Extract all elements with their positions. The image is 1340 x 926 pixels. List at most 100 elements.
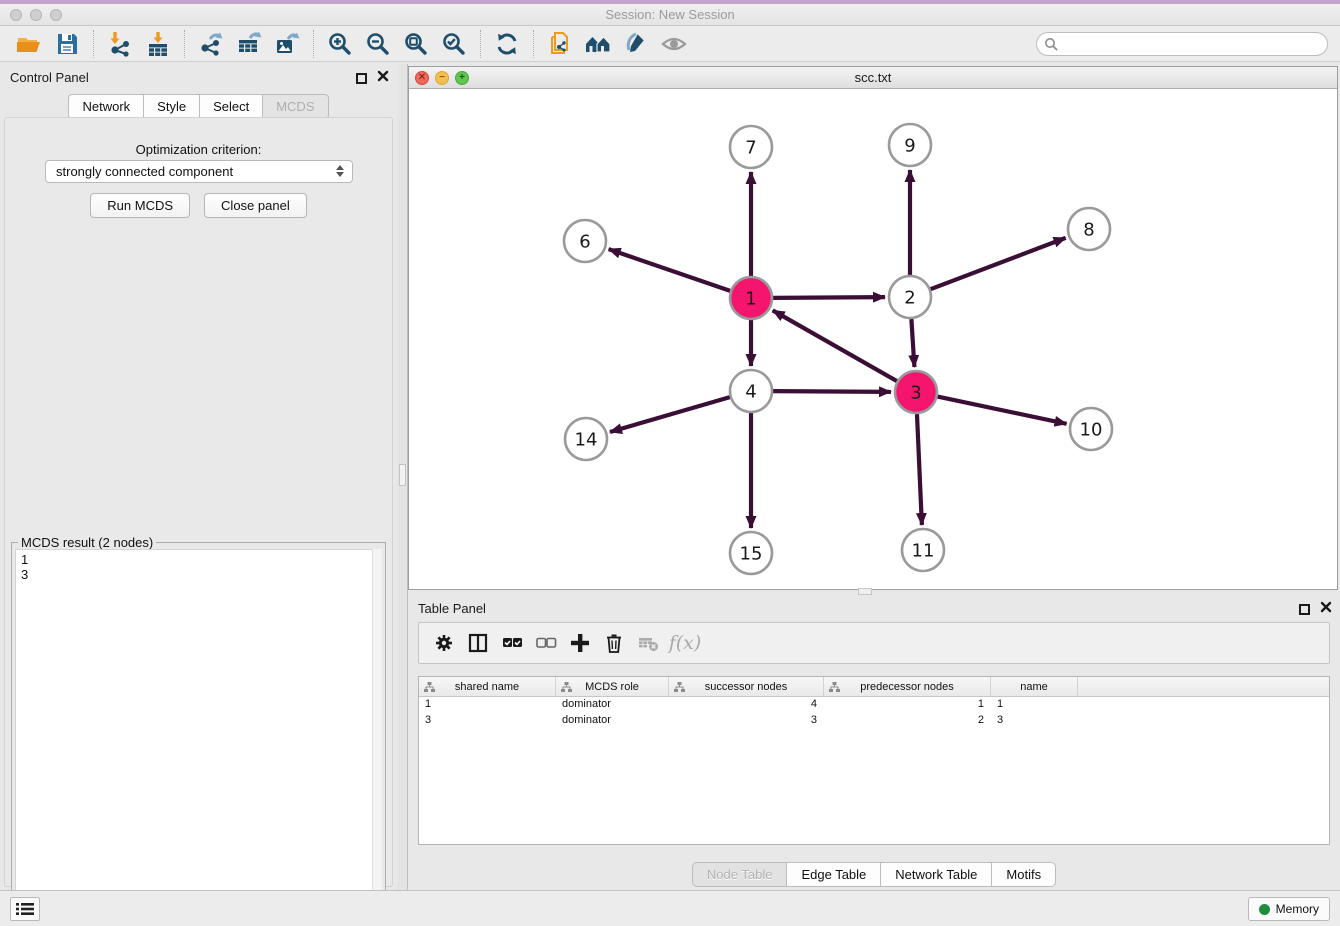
column-header-MCDS-role[interactable]: MCDS role <box>556 677 669 696</box>
export-image-icon[interactable] <box>272 29 302 59</box>
result-scrollbar[interactable] <box>372 549 382 912</box>
graph-node-1[interactable]: 1 <box>730 277 772 319</box>
graph-edge-3-10[interactable] <box>938 397 1067 424</box>
graph-node-3[interactable]: 3 <box>895 371 937 413</box>
network-frame-titlebar[interactable]: ✕ − + scc.txt <box>409 67 1337 89</box>
deselect-all-icon[interactable] <box>529 627 563 659</box>
tab-edge-table[interactable]: Edge Table <box>786 862 880 887</box>
splitter-handle[interactable] <box>399 464 406 486</box>
export-table-icon[interactable] <box>234 29 264 59</box>
table-cell[interactable]: 1 <box>991 697 1078 713</box>
memory-button[interactable]: Memory <box>1248 897 1330 921</box>
node-table: shared nameMCDS rolesuccessor nodesprede… <box>418 676 1330 845</box>
table-row[interactable]: 3dominator323 <box>419 713 1329 729</box>
zoom-in-icon[interactable] <box>325 29 355 59</box>
eye-icon[interactable] <box>659 29 689 59</box>
control-panel-header: Control Panel <box>0 64 397 90</box>
add-row-icon[interactable] <box>563 627 597 659</box>
svg-text:6: 6 <box>579 231 590 252</box>
table-cell[interactable]: 2 <box>824 713 991 729</box>
toolbar-separator <box>313 30 314 58</box>
graph-node-8[interactable]: 8 <box>1068 208 1110 250</box>
table-cell[interactable]: 3 <box>669 713 824 729</box>
graph-edge-2-8[interactable] <box>931 238 1066 289</box>
graph-node-4[interactable]: 4 <box>730 370 772 412</box>
graph-edge-3-11[interactable] <box>917 414 922 525</box>
delete-table-icon[interactable] <box>631 627 665 659</box>
table-cell[interactable]: 3 <box>991 713 1078 729</box>
graph-node-9[interactable]: 9 <box>889 124 931 166</box>
refresh-layout-icon[interactable] <box>492 29 522 59</box>
mcds-result-box: MCDS result (2 nodes) 1 3 <box>11 542 386 916</box>
table-row[interactable]: 1dominator411 <box>419 697 1329 713</box>
task-history-button[interactable] <box>10 897 40 921</box>
graph-edge-4-14[interactable] <box>610 397 730 432</box>
gear-icon[interactable] <box>427 627 461 659</box>
graph-edge-1-6[interactable] <box>609 249 731 291</box>
highlighter-icon[interactable] <box>621 29 651 59</box>
vertical-splitter[interactable] <box>397 64 408 890</box>
graph-node-10[interactable]: 10 <box>1070 408 1112 450</box>
close-panel-icon[interactable] <box>377 69 389 87</box>
tab-mcds[interactable]: MCDS <box>262 94 328 119</box>
table-cell[interactable]: 3 <box>419 713 556 729</box>
tab-network-table[interactable]: Network Table <box>880 862 991 887</box>
table-cell[interactable]: 1 <box>824 697 991 713</box>
run-mcds-button[interactable]: Run MCDS <box>90 193 190 218</box>
tab-style[interactable]: Style <box>143 94 199 119</box>
graph-node-7[interactable]: 7 <box>730 126 772 168</box>
zoom-selected-icon[interactable] <box>439 29 469 59</box>
zoom-out-icon[interactable] <box>363 29 393 59</box>
tab-motifs[interactable]: Motifs <box>991 862 1056 887</box>
table-cell[interactable]: 1 <box>419 697 556 713</box>
graph-node-6[interactable]: 6 <box>564 220 606 262</box>
graph-node-14[interactable]: 14 <box>565 418 607 460</box>
mcds-result-title: MCDS result (2 nodes) <box>18 535 156 550</box>
mcds-result-text[interactable]: 1 3 <box>15 549 382 912</box>
export-network-icon[interactable] <box>196 29 226 59</box>
graph-edge-4-3[interactable] <box>773 391 891 392</box>
horizontal-splitter-handle[interactable] <box>858 588 872 595</box>
delete-row-icon[interactable] <box>597 627 631 659</box>
tab-select[interactable]: Select <box>199 94 262 119</box>
graph-edge-1-2[interactable] <box>773 297 885 298</box>
open-folder-icon[interactable] <box>14 29 44 59</box>
import-network-icon[interactable] <box>105 29 135 59</box>
float-table-panel-icon[interactable] <box>1299 604 1310 615</box>
optimization-criterion-select[interactable]: strongly connected component <box>45 160 353 183</box>
column-header-shared-name[interactable]: shared name <box>419 677 556 696</box>
network-canvas[interactable]: 7 9 6 8 1 2 4 3 14 10 15 11 <box>409 89 1337 589</box>
close-panel-button[interactable]: Close panel <box>204 193 307 218</box>
graph-edge-2-3[interactable] <box>911 319 914 367</box>
houses-icon[interactable] <box>583 29 613 59</box>
column-header-successor-nodes[interactable]: successor nodes <box>669 677 824 696</box>
graph-edge-3-1[interactable] <box>773 310 897 381</box>
graph-node-15[interactable]: 15 <box>730 532 772 574</box>
table-panel-header: Table Panel <box>408 595 1340 621</box>
svg-text:8: 8 <box>1083 219 1094 240</box>
float-panel-icon[interactable] <box>356 73 367 84</box>
search-input[interactable] <box>1036 32 1328 56</box>
table-cell[interactable]: dominator <box>556 713 669 729</box>
column-header-predecessor-nodes[interactable]: predecessor nodes <box>824 677 991 696</box>
graph-node-11[interactable]: 11 <box>902 529 944 571</box>
tab-network[interactable]: Network <box>68 94 143 119</box>
import-table-icon[interactable] <box>143 29 173 59</box>
save-icon[interactable] <box>52 29 82 59</box>
status-bar: Memory <box>0 890 1340 926</box>
tab-node-table[interactable]: Node Table <box>692 862 787 887</box>
table-cell[interactable]: 4 <box>669 697 824 713</box>
zoom-fit-icon[interactable] <box>401 29 431 59</box>
clone-network-icon[interactable] <box>545 29 575 59</box>
column-header-name[interactable]: name <box>991 677 1078 696</box>
table-panel-title: Table Panel <box>418 601 486 616</box>
function-icon[interactable]: f(x) <box>665 627 699 659</box>
graph-node-2[interactable]: 2 <box>889 276 931 318</box>
svg-text:10: 10 <box>1080 419 1103 440</box>
close-table-panel-icon[interactable] <box>1320 600 1332 618</box>
svg-text:14: 14 <box>575 429 598 450</box>
memory-label: Memory <box>1276 902 1319 916</box>
select-all-icon[interactable] <box>495 627 529 659</box>
table-cell[interactable]: dominator <box>556 697 669 713</box>
columns-icon[interactable] <box>461 627 495 659</box>
